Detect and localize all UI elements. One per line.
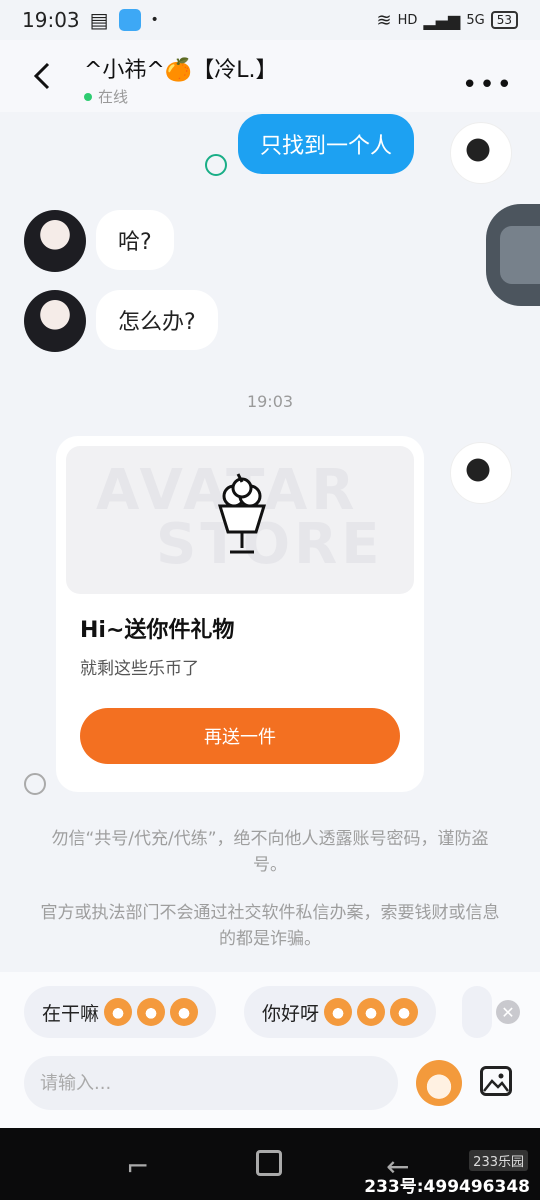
laughing-emoji-icon (170, 998, 199, 1026)
gift-title: Hi~送你件礼物 (80, 618, 235, 643)
gift-banner: AVATAR STORE (66, 446, 414, 594)
watermark-logo: 233乐园 (469, 1150, 528, 1171)
laughing-emoji-icon (137, 998, 166, 1026)
quick-reply-label: 你好呀 (262, 1002, 320, 1025)
close-quick-replies-icon[interactable]: ✕ (496, 1000, 520, 1024)
chat-header: ^小祎^🍊【冷L.】 在线 ••• (0, 40, 540, 112)
online-dot-icon (84, 92, 92, 101)
signal-icon: ▂▄▆ (423, 10, 461, 30)
quick-reply-chip-partial[interactable] (462, 986, 492, 1038)
message-bubble-received[interactable]: 哈? (96, 210, 174, 270)
gift-card[interactable]: AVATAR STORE Hi~送你件礼物 就剩这些乐币了 再送一件 (56, 436, 424, 792)
battery-icon: 53 (490, 11, 518, 29)
monkey-emoji-icon (390, 998, 419, 1026)
status-bar: 19:03 ▤ • ≋ HD ▂▄▆ 5G 53 (0, 0, 540, 40)
my-avatar[interactable] (450, 442, 512, 504)
network-label: 5G (466, 12, 485, 28)
contact-avatar[interactable] (24, 210, 86, 272)
quick-reply-label: 在干嘛 (42, 1002, 100, 1025)
monkey-emoji-icon (324, 998, 353, 1026)
quick-reply-chip[interactable]: 你好呀 (244, 986, 437, 1038)
contact-avatar[interactable] (24, 290, 86, 352)
floating-assist-icon (500, 226, 540, 284)
read-check-icon (205, 154, 227, 176)
watermark-id: 233号:499496348 (364, 1177, 530, 1197)
wifi-icon: ≋ (376, 9, 392, 31)
weather-app-icon (118, 9, 141, 31)
select-radio[interactable] (24, 773, 46, 795)
status-time: 19:03 (22, 8, 80, 32)
monkey-emoji-icon (357, 998, 386, 1026)
online-status: 在线 (84, 86, 128, 107)
message-timestamp: 19:03 (246, 392, 294, 411)
dot-icon: • (150, 12, 159, 28)
recent-apps-icon[interactable]: ⌐ (126, 1150, 149, 1183)
send-gift-again-button[interactable]: 再送一件 (80, 708, 400, 764)
quick-reply-chip[interactable]: 在干嘛 (24, 986, 217, 1038)
message-icon: ▤ (89, 8, 109, 32)
more-dots-icon[interactable]: ••• (462, 70, 514, 100)
my-avatar[interactable] (450, 122, 512, 184)
message-input[interactable] (24, 1056, 398, 1110)
online-label: 在线 (98, 88, 129, 106)
message-text: 怎么办? (118, 310, 196, 335)
chat-title: ^小祎^🍊【冷L.】 (84, 58, 278, 83)
gift-subtitle: 就剩这些乐币了 (80, 659, 199, 679)
back-arrow-icon[interactable] (28, 58, 58, 94)
status-right: ≋ HD ▂▄▆ 5G 53 (377, 10, 518, 31)
message-text: 只找到一个人 (260, 134, 393, 159)
message-text: 哈? (118, 230, 152, 255)
laughing-emoji-icon (104, 998, 133, 1026)
fraud-notice: 官方或执法部门不会通过社交软件私信办案，索要钱财或信息的都是诈骗。 (40, 903, 500, 949)
message-bubble-sent[interactable]: 只找到一个人 (238, 114, 415, 174)
floating-assist-button[interactable] (486, 204, 540, 306)
sticker-monkey-icon[interactable] (416, 1060, 462, 1106)
ice-cream-sundae-icon (217, 473, 267, 554)
home-icon[interactable] (256, 1150, 282, 1176)
image-picker-icon[interactable] (480, 1066, 512, 1096)
message-bubble-received[interactable]: 怎么办? (96, 290, 218, 350)
hd-icon: HD (397, 12, 418, 28)
security-notice: 勿信“共号/代充/代练”，绝不向他人透露账号密码，谨防盗号。 (51, 829, 489, 875)
